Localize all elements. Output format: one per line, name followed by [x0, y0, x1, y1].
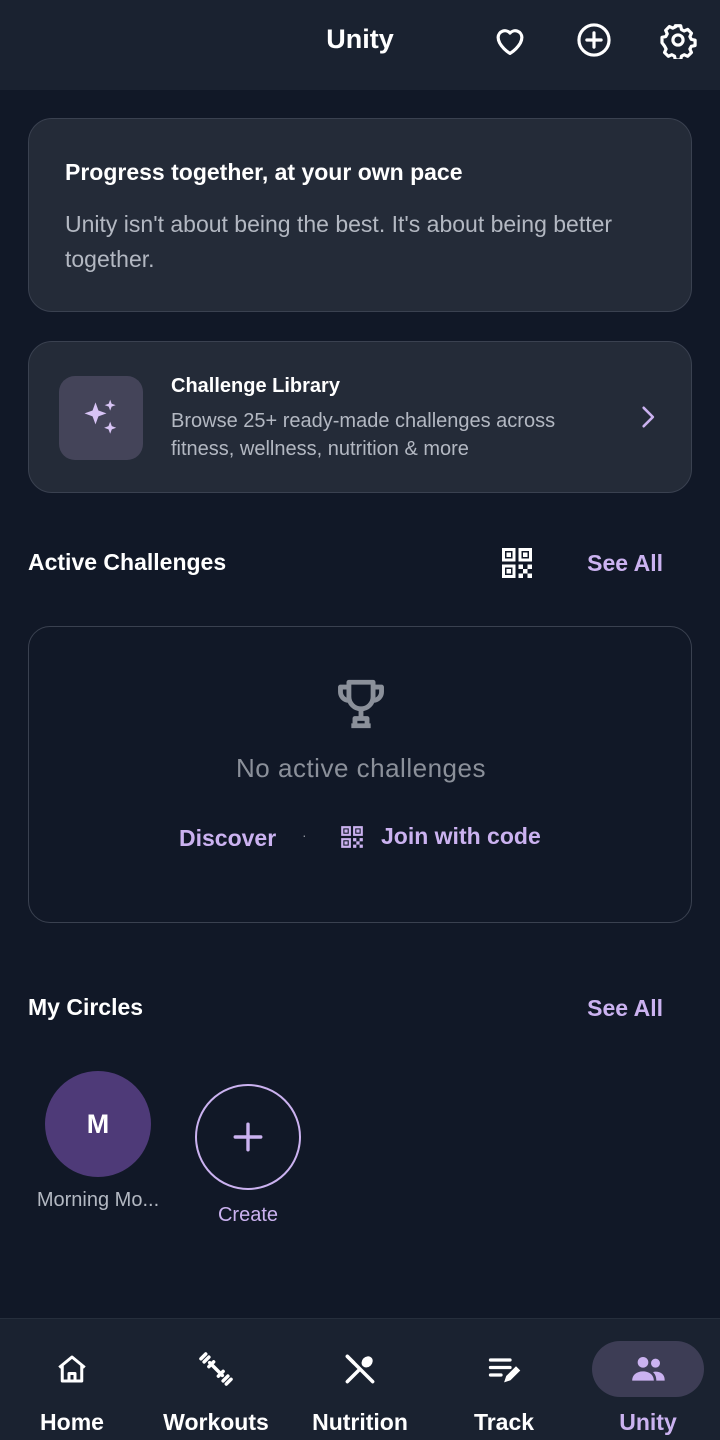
- intro-title: Progress together, at your own pace: [65, 159, 463, 185]
- page-title: Unity: [326, 24, 394, 54]
- intro-card: Progress together, at your own pace Unit…: [28, 118, 692, 312]
- challenge-library-description: Browse 25+ ready-made challenges across …: [171, 410, 556, 460]
- add-icon: [195, 1084, 301, 1190]
- create-circle-button[interactable]: Create: [195, 1084, 301, 1227]
- nav-label-unity: Unity: [619, 1409, 677, 1435]
- intro-body: Unity isn't about being the best. It's a…: [65, 211, 613, 272]
- join-with-code-button[interactable]: Join with code: [339, 823, 541, 850]
- home-icon: [16, 1341, 128, 1397]
- my-circles-see-all[interactable]: See All: [587, 995, 663, 1022]
- nav-item-nutrition[interactable]: Nutrition: [288, 1319, 432, 1440]
- trophy-icon: [338, 679, 384, 729]
- sparkles-icon: [59, 376, 143, 460]
- qr-code-icon[interactable]: [499, 545, 535, 581]
- nav-label-track: Track: [473, 1409, 535, 1435]
- utensils-icon: [304, 1341, 416, 1397]
- bottom-nav: Home Workouts Nutrition Track Unity: [0, 1318, 720, 1440]
- app-bar: Unity: [0, 0, 720, 90]
- challenge-library-card[interactable]: Challenge Library Browse 25+ ready-made …: [28, 341, 692, 493]
- active-challenges-see-all[interactable]: See All: [587, 550, 663, 577]
- separator-dot: ·: [302, 827, 307, 843]
- chevron-right-icon: [642, 406, 655, 428]
- empty-challenges-card: No active challenges Discover · Join wit…: [28, 626, 692, 923]
- nav-item-unity[interactable]: Unity: [576, 1319, 720, 1440]
- my-circles-title: My Circles: [28, 994, 144, 1020]
- edit-list-icon: [448, 1341, 560, 1397]
- nav-item-workouts[interactable]: Workouts: [144, 1319, 288, 1440]
- dumbbell-icon: [160, 1341, 272, 1397]
- challenge-library-title: Challenge Library: [171, 375, 340, 397]
- nav-label-nutrition: Nutrition: [312, 1409, 408, 1435]
- active-challenges-title: Active Challenges: [28, 549, 227, 575]
- add-circle-icon[interactable]: [574, 20, 614, 60]
- circle-item[interactable]: M Morning Mo...: [23, 1071, 173, 1212]
- gear-icon[interactable]: [658, 20, 698, 60]
- nav-item-track[interactable]: Track: [432, 1319, 576, 1440]
- circle-name: Morning Mo...: [36, 1189, 160, 1211]
- nav-item-home[interactable]: Home: [0, 1319, 144, 1440]
- nav-label-workouts: Workouts: [163, 1409, 269, 1435]
- qr-code-icon: [341, 825, 363, 848]
- nav-label-home: Home: [40, 1409, 104, 1435]
- heart-icon[interactable]: [490, 20, 530, 60]
- avatar: M: [45, 1071, 151, 1177]
- join-with-code-label: Join with code: [381, 823, 541, 849]
- empty-state-text: No active challenges: [236, 753, 486, 783]
- discover-link[interactable]: Discover: [179, 825, 276, 852]
- create-circle-label: Create: [217, 1204, 279, 1226]
- group-icon: [592, 1341, 704, 1397]
